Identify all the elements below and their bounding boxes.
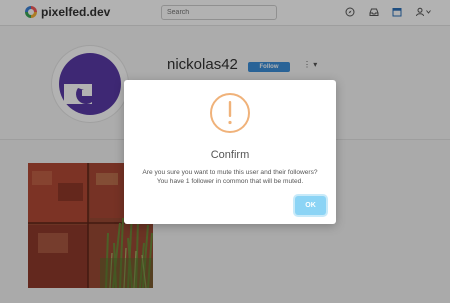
dialog-message-line-1: Are you sure you want to mute this user … <box>142 169 318 176</box>
confirm-dialog: Confirm Are you sure you want to mute th… <box>124 80 336 224</box>
dialog-message-line-2: You have 1 follower in common that will … <box>156 178 304 185</box>
dialog-message: Are you sure you want to mute this user … <box>130 168 330 186</box>
ok-button[interactable]: OK <box>295 196 326 215</box>
dialog-title: Confirm <box>210 149 250 161</box>
warning-icon <box>210 93 250 133</box>
